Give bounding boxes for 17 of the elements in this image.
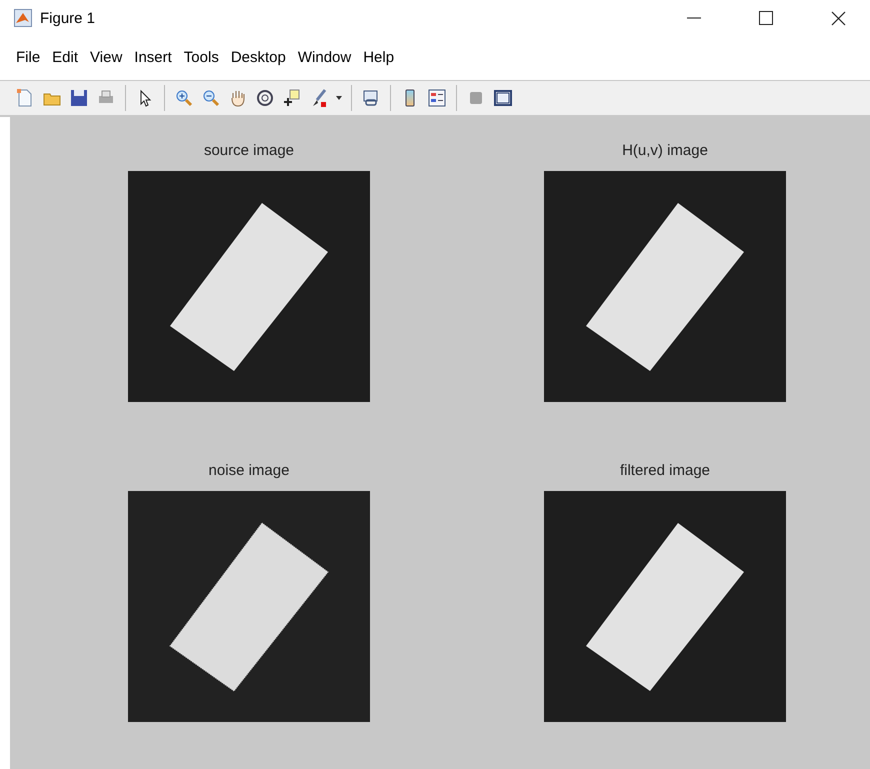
window-title: Figure 1	[40, 10, 96, 26]
plot-title: source image	[204, 142, 294, 159]
menu-item[interactable]: Desktop	[224, 49, 292, 66]
maximize-icon	[759, 11, 773, 25]
minimize-icon	[687, 17, 701, 19]
menu-item[interactable]: Help	[357, 49, 400, 66]
app-logo-icon	[14, 9, 32, 27]
menu-item[interactable]: View	[84, 49, 128, 66]
plot-title: H(u,v) image	[622, 142, 708, 159]
menu-item[interactable]: Window	[292, 49, 358, 66]
menu-item[interactable]: File	[10, 49, 46, 66]
menu-item[interactable]: Tools	[178, 49, 225, 66]
menu-item[interactable]: Insert	[128, 49, 178, 66]
menu-item[interactable]: Edit	[46, 49, 84, 66]
plot-title: filtered image	[620, 462, 710, 479]
plot-title: noise image	[208, 462, 290, 479]
close-icon	[830, 10, 846, 26]
